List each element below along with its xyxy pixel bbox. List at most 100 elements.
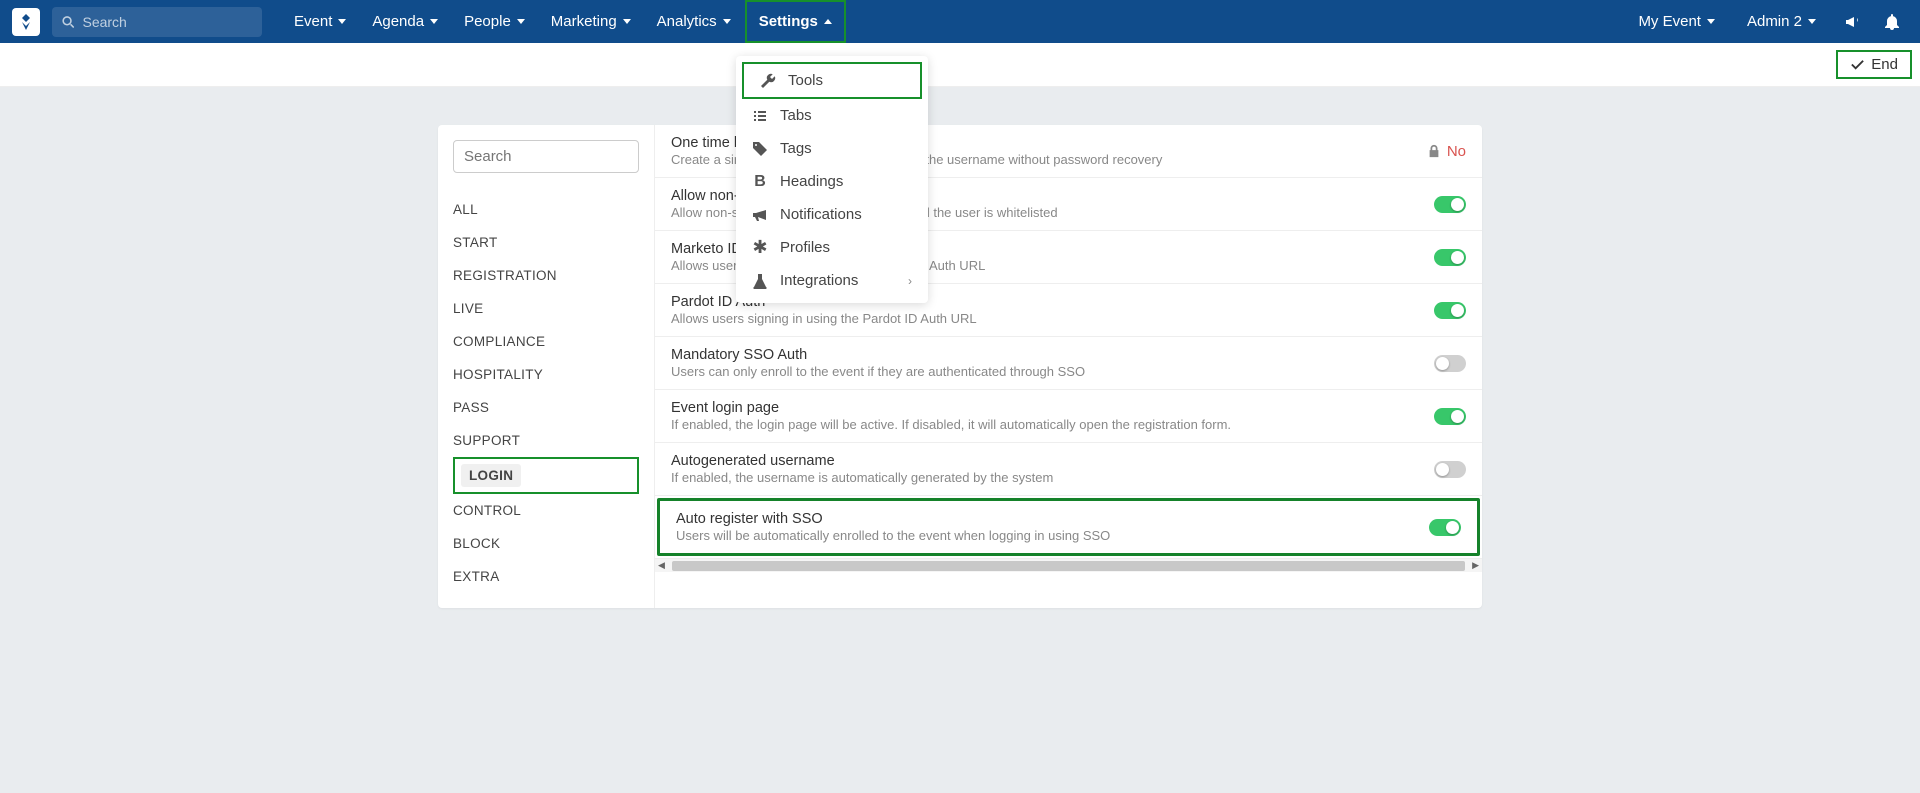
dropdown-label: Headings <box>780 173 843 190</box>
event-label: My Event <box>1638 13 1701 30</box>
chevron-down-icon <box>723 19 731 24</box>
sidebar-item-control[interactable]: CONTROL <box>453 494 639 527</box>
setting-description: Allows users signing in using the Pardot… <box>671 311 1434 326</box>
dropdown-tabs[interactable]: Tabs <box>736 99 928 132</box>
dropdown-label: Tools <box>788 72 823 89</box>
user-label: Admin 2 <box>1747 13 1802 30</box>
nav-people[interactable]: People <box>452 0 537 43</box>
settings-panel: ALL START REGISTRATION LIVE COMPLIANCE HOSPIT… <box>438 125 1482 608</box>
content-area: ALL START REGISTRATION LIVE COMPLIANCE HOSPIT… <box>0 87 1920 608</box>
sidebar-item-label: REGISTRATION <box>453 268 557 283</box>
sidebar-item-label: PASS <box>453 400 489 415</box>
dropdown-label: Tabs <box>780 107 812 124</box>
sidebar-item-compliance[interactable]: COMPLIANCE <box>453 325 639 358</box>
setting-row: Auto register with SSOUsers will be auto… <box>657 498 1480 556</box>
dropdown-label: Notifications <box>780 206 862 223</box>
sidebar-item-label: HOSPITALITY <box>453 367 543 382</box>
setting-title: Auto register with SSO <box>676 511 1429 527</box>
sidebar-item-label: CONTROL <box>453 503 521 518</box>
setting-title: Mandatory SSO Auth <box>671 347 1434 363</box>
app-logo[interactable] <box>12 8 40 36</box>
asterisk-icon: ✱ <box>752 240 768 256</box>
setting-row: Mandatory SSO AuthUsers can only enroll … <box>655 337 1482 390</box>
dropdown-tools[interactable]: Tools <box>742 62 922 99</box>
toggle-knob <box>1451 304 1464 317</box>
setting-description: If enabled, the username is automaticall… <box>671 470 1434 485</box>
sidebar-item-login[interactable]: LOGIN <box>453 457 639 494</box>
dropdown-profiles[interactable]: ✱ Profiles <box>736 231 928 264</box>
announce-icon[interactable] <box>1836 0 1868 43</box>
event-selector[interactable]: My Event <box>1626 0 1727 43</box>
dropdown-notifications[interactable]: Notifications <box>736 198 928 231</box>
nav-agenda[interactable]: Agenda <box>360 0 450 43</box>
scroll-left-icon[interactable]: ◀ <box>655 560 668 571</box>
sidebar-search-input[interactable] <box>453 140 639 173</box>
sidebar-item-all[interactable]: ALL <box>453 193 639 226</box>
nav-label: Settings <box>759 13 818 30</box>
global-search[interactable] <box>52 7 262 37</box>
chevron-down-icon <box>623 19 631 24</box>
toggle-knob <box>1436 463 1449 476</box>
action-bar: End <box>0 43 1920 87</box>
toggle-switch[interactable] <box>1434 408 1466 425</box>
nav-label: People <box>464 13 511 30</box>
toggle-switch[interactable] <box>1434 249 1466 266</box>
toggle-switch[interactable] <box>1434 302 1466 319</box>
chevron-down-icon <box>517 19 525 24</box>
chevron-up-icon <box>824 19 832 24</box>
nav-settings[interactable]: Settings <box>745 0 846 43</box>
dropdown-tags[interactable]: Tags <box>736 132 928 165</box>
sidebar-item-support[interactable]: SUPPORT <box>453 424 639 457</box>
lock-icon <box>1427 144 1441 158</box>
sidebar-item-live[interactable]: LIVE <box>453 292 639 325</box>
bell-icon[interactable] <box>1876 0 1908 43</box>
nav-event[interactable]: Event <box>282 0 358 43</box>
global-search-input[interactable] <box>82 14 252 30</box>
nav-analytics[interactable]: Analytics <box>645 0 743 43</box>
end-button[interactable]: End <box>1836 50 1912 79</box>
sidebar-item-label: SUPPORT <box>453 433 520 448</box>
sidebar-item-registration[interactable]: REGISTRATION <box>453 259 639 292</box>
toggle-switch[interactable] <box>1434 461 1466 478</box>
setting-description: If enabled, the login page will be activ… <box>671 417 1434 432</box>
sidebar: ALL START REGISTRATION LIVE COMPLIANCE HOSPIT… <box>438 125 654 608</box>
bold-icon: B <box>752 174 768 190</box>
settings-dropdown: Tools Tabs Tags B Headings Notifications… <box>736 56 928 303</box>
dropdown-integrations[interactable]: Integrations › <box>736 264 928 297</box>
nav-marketing[interactable]: Marketing <box>539 0 643 43</box>
list-icon <box>752 108 768 124</box>
horizontal-scrollbar[interactable]: ◀ ▶ <box>655 558 1482 572</box>
toggle-knob <box>1446 521 1459 534</box>
check-icon <box>1850 57 1865 72</box>
setting-title: Event login page <box>671 400 1434 416</box>
sidebar-item-extra[interactable]: EXTRA <box>453 560 639 593</box>
user-menu[interactable]: Admin 2 <box>1735 0 1828 43</box>
toggle-switch[interactable] <box>1429 519 1461 536</box>
sidebar-item-pass[interactable]: PASS <box>453 391 639 424</box>
sidebar-item-label: START <box>453 235 498 250</box>
sidebar-item-hospitality[interactable]: HOSPITALITY <box>453 358 639 391</box>
toggle-knob <box>1436 357 1449 370</box>
scrollbar-thumb[interactable] <box>672 561 1465 571</box>
sidebar-item-label: ALL <box>453 202 478 217</box>
setting-row: Autogenerated usernameIf enabled, the us… <box>655 443 1482 496</box>
sidebar-item-label: COMPLIANCE <box>453 334 545 349</box>
toggle-switch[interactable] <box>1434 196 1466 213</box>
setting-text: Event login pageIf enabled, the login pa… <box>671 400 1434 432</box>
sidebar-item-start[interactable]: START <box>453 226 639 259</box>
toggle-knob <box>1451 410 1464 423</box>
locked-no-control[interactable]: No <box>1427 143 1466 160</box>
chevron-down-icon <box>338 19 346 24</box>
nav-label: Agenda <box>372 13 424 30</box>
setting-text: Auto register with SSOUsers will be auto… <box>676 511 1429 543</box>
no-label: No <box>1447 143 1466 160</box>
dropdown-label: Tags <box>780 140 812 157</box>
setting-description: Users will be automatically enrolled to … <box>676 528 1429 543</box>
sidebar-item-label: LIVE <box>453 301 483 316</box>
scroll-right-icon[interactable]: ▶ <box>1469 560 1482 571</box>
dropdown-headings[interactable]: B Headings <box>736 165 928 198</box>
sidebar-item-block[interactable]: BLOCK <box>453 527 639 560</box>
toggle-knob <box>1451 251 1464 264</box>
toggle-switch[interactable] <box>1434 355 1466 372</box>
search-icon <box>62 15 74 29</box>
